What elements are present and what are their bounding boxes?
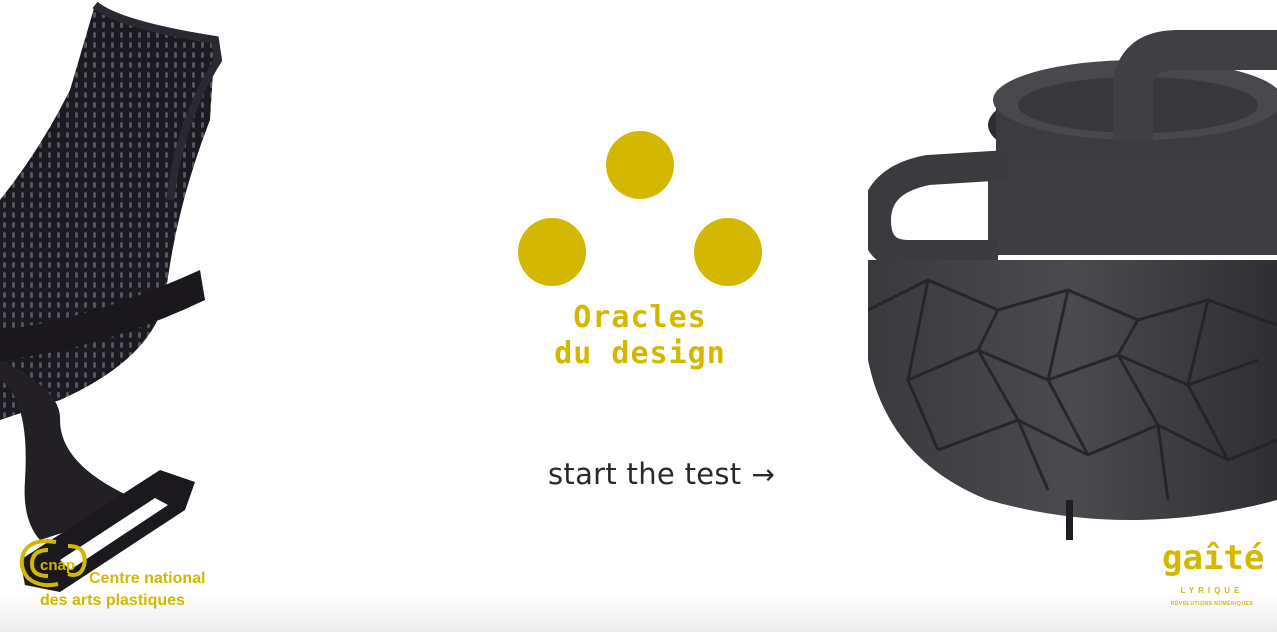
right-arrow-icon: → xyxy=(751,457,776,491)
page-title: Oracles du design xyxy=(540,300,740,372)
title-line-1: Oracles xyxy=(573,300,707,335)
cnap-mark-icon: cnap xyxy=(19,539,87,588)
three-dots-logo xyxy=(518,131,762,286)
start-test-label: start the test xyxy=(548,457,742,491)
chair-image xyxy=(0,1,223,592)
cnap-line-1: Centre national xyxy=(89,570,206,587)
title-line-2: du design xyxy=(554,336,726,371)
cnap-logo[interactable]: cnap Centre national des arts plastiques xyxy=(18,538,228,618)
start-test-button[interactable]: start the test → xyxy=(548,452,775,496)
cnap-line-2: des arts plastiques xyxy=(40,592,185,609)
gaite-lyrique-logo[interactable]: gaîté LYRIQUE RÉVOLUTIONS NUMÉRIQUES xyxy=(1162,538,1265,618)
pot-image xyxy=(868,30,1277,540)
gaite-line-2: RÉVOLUTIONS NUMÉRIQUES xyxy=(1170,601,1254,607)
cnap-logo-text: cnap xyxy=(40,557,75,574)
gaite-logo-text: gaîté xyxy=(1162,538,1265,578)
gaite-line-1: LYRIQUE xyxy=(1180,586,1244,595)
